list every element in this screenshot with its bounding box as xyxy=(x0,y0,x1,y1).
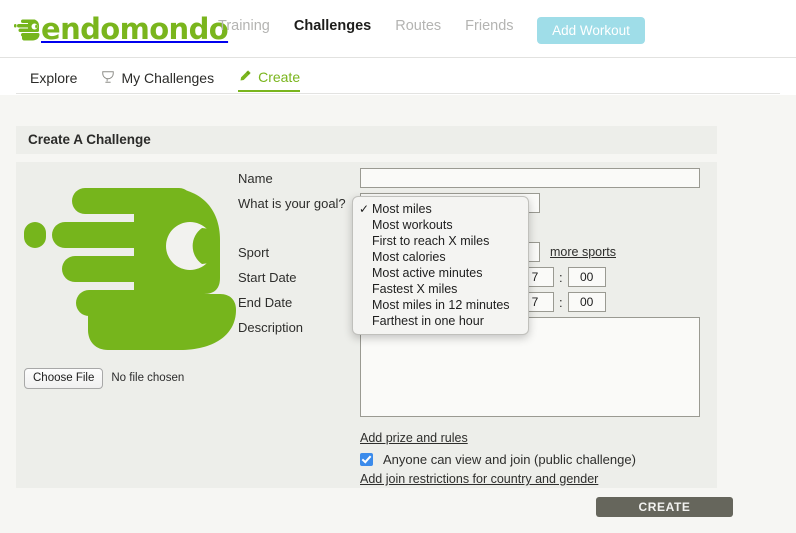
dropdown-option-label: Most active minutes xyxy=(372,266,483,280)
nav-item-routes[interactable]: Routes xyxy=(395,18,441,34)
public-challenge-label: Anyone can view and join (public challen… xyxy=(383,452,636,467)
challenges-sub-tab-bar: Explore My Challenges Create xyxy=(0,58,796,95)
form-extras: Add prize and rules Anyone can view and … xyxy=(360,429,718,488)
file-upload-row: Choose File No file chosen xyxy=(24,368,184,389)
trophy-icon xyxy=(101,70,115,87)
dropdown-option-first-to-reach-x-miles[interactable]: First to reach X miles xyxy=(353,233,528,249)
primary-nav: Training Challenges Routes Friends xyxy=(218,18,514,34)
public-challenge-row: Anyone can view and join (public challen… xyxy=(360,452,718,467)
end-date-label: End Date xyxy=(238,295,293,310)
create-button[interactable]: CREATE xyxy=(596,497,733,517)
sub-tab-divider xyxy=(16,93,780,94)
end-minute-input[interactable] xyxy=(567,292,606,312)
nav-item-friends[interactable]: Friends xyxy=(465,18,513,34)
start-time-colon: : xyxy=(559,270,563,285)
dropdown-option-most-calories[interactable]: Most calories xyxy=(353,249,528,265)
start-date-label: Start Date xyxy=(238,270,297,285)
end-time-colon: : xyxy=(559,295,563,310)
dropdown-option-farthest-in-one-hour[interactable]: Farthest in one hour xyxy=(353,313,528,329)
dropdown-option-fastest-x-miles[interactable]: Fastest X miles xyxy=(353,281,528,297)
goal-label: What is your goal? xyxy=(238,196,346,211)
nav-item-challenges[interactable]: Challenges xyxy=(294,18,371,34)
sport-label: Sport xyxy=(238,245,270,260)
goal-dropdown-menu: ✓ Most miles Most workouts First to reac… xyxy=(352,196,529,335)
endomondo-mascot-icon xyxy=(14,19,40,41)
page-title: Create A Challenge xyxy=(28,132,151,147)
challenge-image-placeholder-icon xyxy=(24,184,246,354)
dropdown-option-most-active-minutes[interactable]: Most active minutes xyxy=(353,265,528,281)
tab-create-label: Create xyxy=(258,69,301,85)
dropdown-option-most-workouts[interactable]: Most workouts xyxy=(353,217,528,233)
name-label: Name xyxy=(238,171,273,186)
tab-my-challenges[interactable]: My Challenges xyxy=(101,65,214,91)
dropdown-option-label: Most calories xyxy=(372,250,446,264)
nav-item-training[interactable]: Training xyxy=(218,18,270,34)
tab-my-challenges-label: My Challenges xyxy=(121,70,215,86)
endomondo-logo[interactable]: endomondo xyxy=(14,11,229,46)
start-minute-input[interactable] xyxy=(567,267,606,287)
description-label: Description xyxy=(238,320,304,335)
dropdown-option-label: Fastest X miles xyxy=(372,282,458,296)
top-navigation-bar: endomondo Training Challenges Routes Fri… xyxy=(0,0,796,58)
dropdown-option-label: Farthest in one hour xyxy=(372,314,484,328)
add-join-restrictions-link[interactable]: Add join restrictions for country and ge… xyxy=(360,472,598,486)
pencil-icon xyxy=(238,69,252,86)
name-input[interactable] xyxy=(360,168,700,188)
dropdown-option-most-miles-in-12-minutes[interactable]: Most miles in 12 minutes xyxy=(353,297,528,313)
tab-create[interactable]: Create xyxy=(238,64,301,92)
add-prize-and-rules-link[interactable]: Add prize and rules xyxy=(360,431,468,445)
dropdown-option-label: Most workouts xyxy=(372,218,453,232)
public-challenge-checkbox[interactable] xyxy=(360,453,373,466)
sub-tabs: Explore My Challenges Create xyxy=(30,64,301,92)
more-sports-link[interactable]: more sports xyxy=(550,242,616,259)
tab-explore-label: Explore xyxy=(30,70,78,86)
form-row-name: Name xyxy=(238,168,718,193)
add-workout-button[interactable]: Add Workout xyxy=(537,17,645,44)
file-status-label: No file chosen xyxy=(111,372,185,385)
panel-header: Create A Challenge xyxy=(16,126,717,154)
dropdown-option-label: Most miles xyxy=(372,202,432,216)
dropdown-check-icon: ✓ xyxy=(359,202,370,216)
logo-wordmark: endomondo xyxy=(41,11,229,46)
dropdown-option-most-miles[interactable]: ✓ Most miles xyxy=(353,201,528,217)
choose-file-button[interactable]: Choose File xyxy=(24,368,104,389)
dropdown-option-label: First to reach X miles xyxy=(372,234,490,248)
dropdown-option-label: Most miles in 12 minutes xyxy=(372,298,510,312)
page-root: endomondo Training Challenges Routes Fri… xyxy=(0,0,796,533)
tab-explore[interactable]: Explore xyxy=(30,65,77,91)
